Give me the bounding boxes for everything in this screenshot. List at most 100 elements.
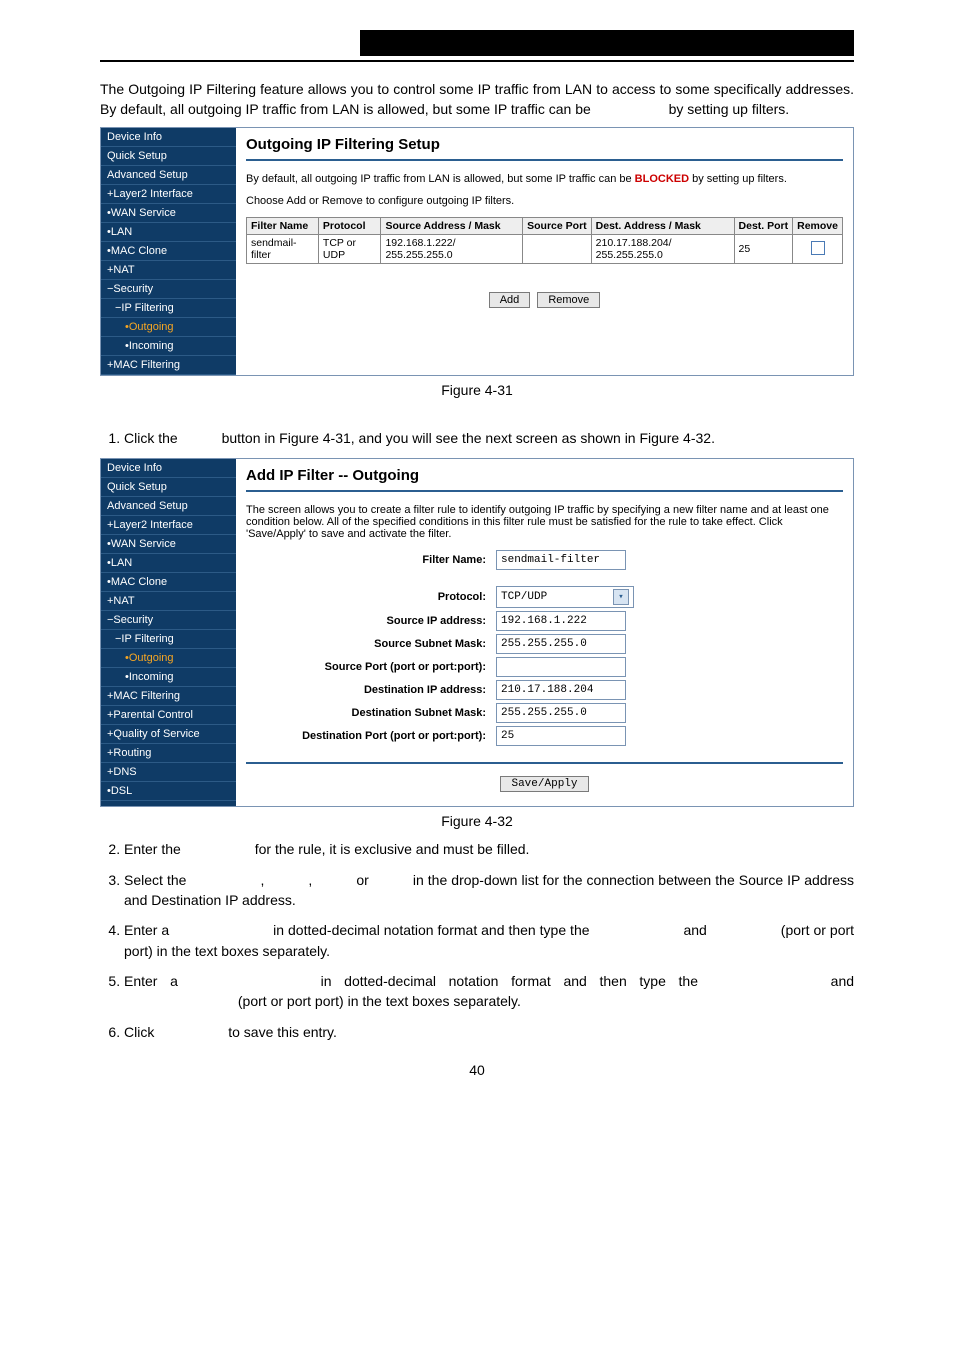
sidebar-item[interactable]: •MAC Clone: [101, 242, 236, 261]
sidebar-item[interactable]: •Outgoing: [101, 318, 236, 337]
cell-dst: 210.17.188.204/ 255.255.255.0: [591, 235, 734, 264]
sidebar-item[interactable]: •LAN: [101, 554, 236, 573]
protocol-select[interactable]: TCP/UDP ▾: [496, 586, 634, 608]
step-4: Enter a in dotted-decimal notation forma…: [124, 920, 854, 961]
steps-list-top: Click the button in Figure 4-31, and you…: [100, 428, 854, 448]
sidebar-item[interactable]: +NAT: [101, 261, 236, 280]
filter-name-input[interactable]: sendmail-filter: [496, 550, 626, 570]
sidebar-item[interactable]: +DNS: [101, 763, 236, 782]
sidebar-item[interactable]: +MAC Filtering: [101, 687, 236, 706]
page-number: 40: [100, 1062, 854, 1078]
sidebar-item[interactable]: •WAN Service: [101, 535, 236, 554]
sidebar-item[interactable]: Advanced Setup: [101, 497, 236, 516]
note-text: By default, all outgoing IP traffic from…: [246, 173, 843, 185]
source-port-label: Source Port (port or port:port):: [246, 661, 496, 673]
table-row: sendmail-filter TCP or UDP 192.168.1.222…: [247, 235, 843, 264]
steps-list-bottom: Enter the for the rule, it is exclusive …: [100, 839, 854, 1041]
chevron-down-icon: ▾: [613, 589, 629, 605]
figure-caption-31: Figure 4-31: [100, 382, 854, 398]
dest-ip-input[interactable]: 210.17.188.204: [496, 680, 626, 700]
main-panel: Outgoing IP Filtering Setup By default, …: [236, 128, 853, 375]
screenshot-figure-4-32: Device InfoQuick SetupAdvanced Setup+Lay…: [100, 458, 854, 807]
dest-mask-input[interactable]: 255.255.255.0: [496, 703, 626, 723]
panel-title: Outgoing IP Filtering Setup: [246, 136, 843, 153]
header-rule: [100, 60, 854, 62]
sidebar-item[interactable]: •Incoming: [101, 668, 236, 687]
th-sport: Source Port: [523, 218, 592, 235]
blocked-highlight: BLOCKED: [635, 173, 689, 185]
sidebar-nav: Device InfoQuick SetupAdvanced Setup+Lay…: [101, 128, 236, 375]
cell-remove: [793, 235, 843, 264]
source-ip-input[interactable]: 192.168.1.222: [496, 611, 626, 631]
title-separator: [246, 490, 843, 492]
intro-paragraph: The Outgoing IP Filtering feature allows…: [100, 80, 854, 119]
filters-table: Filter Name Protocol Source Address / Ma…: [246, 217, 843, 264]
th-remove: Remove: [793, 218, 843, 235]
sidebar-item[interactable]: •WAN Service: [101, 204, 236, 223]
sidebar-item[interactable]: Device Info: [101, 128, 236, 147]
figure-caption-32: Figure 4-32: [100, 813, 854, 829]
sidebar-item[interactable]: −Security: [101, 611, 236, 630]
th-filter-name: Filter Name: [247, 218, 319, 235]
sidebar-item[interactable]: •LAN: [101, 223, 236, 242]
source-mask-label: Source Subnet Mask:: [246, 638, 496, 650]
sidebar-item[interactable]: −IP Filtering: [101, 299, 236, 318]
sidebar-item[interactable]: +Layer2 Interface: [101, 185, 236, 204]
sidebar-item[interactable]: +Parental Control: [101, 706, 236, 725]
source-mask-input[interactable]: 255.255.255.0: [496, 634, 626, 654]
intro-tail: by setting up filters.: [669, 101, 790, 117]
th-dport: Dest. Port: [734, 218, 793, 235]
choose-text: Choose Add or Remove to configure outgoi…: [246, 195, 843, 207]
cell-filter-name: sendmail-filter: [247, 235, 319, 264]
title-separator: [246, 159, 843, 161]
th-protocol: Protocol: [318, 218, 381, 235]
sidebar-item[interactable]: •MAC Clone: [101, 573, 236, 592]
sidebar-item[interactable]: −IP Filtering: [101, 630, 236, 649]
add-button[interactable]: Add: [489, 292, 531, 308]
step-1: Click the button in Figure 4-31, and you…: [124, 428, 854, 448]
main-panel: Add IP Filter -- Outgoing The screen all…: [236, 459, 853, 806]
remove-button[interactable]: Remove: [537, 292, 600, 308]
button-row: Add Remove: [246, 292, 843, 308]
panel-title: Add IP Filter -- Outgoing: [246, 467, 843, 484]
dest-ip-label: Destination IP address:: [246, 684, 496, 696]
cell-dport: 25: [734, 235, 793, 264]
document-page: The Outgoing IP Filtering feature allows…: [0, 0, 954, 1098]
sidebar-item[interactable]: Device Info: [101, 459, 236, 478]
cell-protocol: TCP or UDP: [318, 235, 381, 264]
source-ip-label: Source IP address:: [246, 615, 496, 627]
remove-checkbox[interactable]: [811, 241, 825, 255]
step-2: Enter the for the rule, it is exclusive …: [124, 839, 854, 859]
sidebar-item[interactable]: +Layer2 Interface: [101, 516, 236, 535]
sidebar-item[interactable]: +NAT: [101, 592, 236, 611]
step-3: Select the , , or in the drop-down list …: [124, 870, 854, 911]
form-description: The screen allows you to create a filter…: [246, 504, 843, 540]
header-black-bar: [360, 30, 854, 56]
cell-sport: [523, 235, 592, 264]
sidebar-item[interactable]: Quick Setup: [101, 147, 236, 166]
protocol-label: Protocol:: [246, 591, 496, 603]
step-5: Enter a in dotted-decimal notation forma…: [124, 971, 854, 1012]
source-port-input[interactable]: [496, 657, 626, 677]
sidebar-item[interactable]: Quick Setup: [101, 478, 236, 497]
filter-name-label: Filter Name:: [246, 554, 496, 566]
dest-mask-label: Destination Subnet Mask:: [246, 707, 496, 719]
th-dst: Dest. Address / Mask: [591, 218, 734, 235]
save-apply-button[interactable]: Save/Apply: [500, 776, 588, 792]
sidebar-item[interactable]: +Quality of Service: [101, 725, 236, 744]
sidebar-item[interactable]: −Security: [101, 280, 236, 299]
screenshot-figure-4-31: Device InfoQuick SetupAdvanced Setup+Lay…: [100, 127, 854, 376]
sidebar-item[interactable]: •Incoming: [101, 337, 236, 356]
th-src: Source Address / Mask: [381, 218, 523, 235]
dest-port-label: Destination Port (port or port:port):: [246, 730, 496, 742]
dest-port-input[interactable]: 25: [496, 726, 626, 746]
sidebar-item[interactable]: Advanced Setup: [101, 166, 236, 185]
sidebar-item[interactable]: •DSL: [101, 782, 236, 801]
cell-src: 192.168.1.222/ 255.255.255.0: [381, 235, 523, 264]
step-6: Click to save this entry.: [124, 1022, 854, 1042]
sidebar-nav: Device InfoQuick SetupAdvanced Setup+Lay…: [101, 459, 236, 806]
form-separator: [246, 762, 843, 764]
sidebar-item[interactable]: +MAC Filtering: [101, 356, 236, 375]
sidebar-item[interactable]: +Routing: [101, 744, 236, 763]
sidebar-item[interactable]: •Outgoing: [101, 649, 236, 668]
